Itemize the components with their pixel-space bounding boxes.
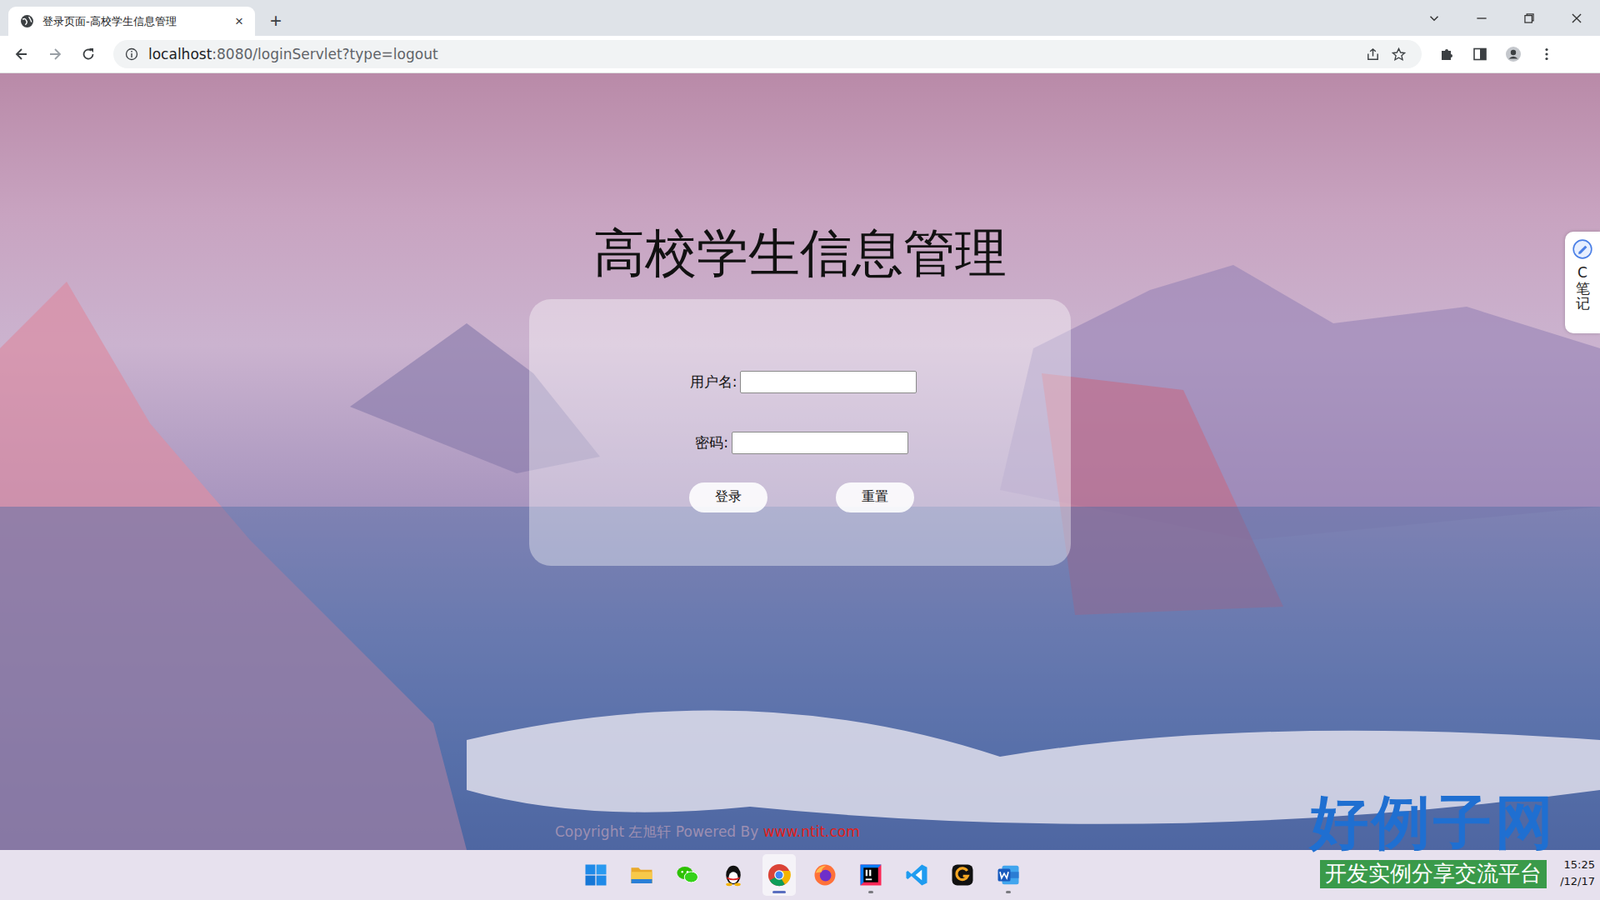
note-icon xyxy=(1571,238,1594,260)
reload-icon[interactable] xyxy=(80,45,97,63)
clock-date: /12/17 xyxy=(1560,873,1595,890)
menu-icon[interactable] xyxy=(1538,45,1555,63)
toolbar: localhost:8080/loginServlet?type=logout xyxy=(0,35,1600,74)
running-indicator xyxy=(868,890,874,894)
form-button[interactable]: 重置 xyxy=(835,482,915,513)
footer-link[interactable]: www.ntit.com xyxy=(763,823,860,840)
profile-icon[interactable] xyxy=(1505,45,1522,63)
firefox-icon xyxy=(812,862,838,888)
taskbar-app[interactable] xyxy=(670,854,705,896)
intellij-icon xyxy=(858,862,884,888)
chrome-icon xyxy=(766,862,792,888)
running-indicator xyxy=(772,890,786,894)
field-label: 用户名: xyxy=(690,372,738,392)
star-icon[interactable] xyxy=(1390,46,1407,63)
field-input[interactable] xyxy=(740,370,917,394)
tab-close-button[interactable]: × xyxy=(231,13,247,30)
vscode-icon xyxy=(904,862,930,888)
taskbar-app[interactable] xyxy=(625,854,659,896)
extensions-icon[interactable] xyxy=(1438,45,1455,63)
taskbar-app[interactable] xyxy=(762,854,796,896)
word-icon xyxy=(995,862,1021,888)
tab-search-icon[interactable] xyxy=(1426,10,1442,26)
browser-window: 登录页面-高校学生信息管理 × + localhost:8080/loginServl… xyxy=(0,0,1600,900)
clock-time: 15:25 xyxy=(1564,856,1595,874)
copyright-text: Copyright 左旭轩 Powered By www.ntit.com xyxy=(555,823,860,840)
running-indicator xyxy=(1005,890,1011,894)
login-page: 高校学生信息管理用户名: 密码: 登录 重置 Copyright 左旭轩 Powered… xyxy=(0,73,1600,850)
minimize-icon[interactable] xyxy=(1474,10,1490,26)
taskbar-app[interactable] xyxy=(808,854,842,896)
button-row: 登录 重置 xyxy=(689,482,915,513)
clock[interactable]: 15:25/12/17 xyxy=(1560,856,1595,890)
taskbar-app[interactable] xyxy=(579,854,613,896)
watermark-title: 好例子网 xyxy=(1310,793,1557,852)
back-icon[interactable] xyxy=(13,45,30,63)
wechat-icon xyxy=(675,862,700,888)
side-widget[interactable]: C笔记 xyxy=(1565,231,1600,334)
browser-tab[interactable]: 登录页面-高校学生信息管理 × xyxy=(8,6,255,36)
share-icon[interactable] xyxy=(1365,46,1381,63)
side-widget-label: C笔记 xyxy=(1575,265,1590,312)
windows-icon xyxy=(583,862,609,888)
folder-icon xyxy=(629,862,655,888)
globe-icon xyxy=(20,14,35,29)
tab-title: 登录页面-高校学生信息管理 xyxy=(42,14,224,30)
taskbar-app[interactable] xyxy=(854,854,888,896)
taskbar-app[interactable] xyxy=(991,854,1025,896)
taskbar-app[interactable] xyxy=(716,854,750,896)
login-content: 高校学生信息管理用户名: 密码: 登录 重置 Copyright 左旭轩 Powered… xyxy=(0,73,1600,850)
close-icon[interactable] xyxy=(1569,10,1585,26)
page-title: 高校学生信息管理 xyxy=(593,220,1007,288)
forward-icon[interactable] xyxy=(46,45,64,63)
taskbar-app[interactable] xyxy=(900,854,934,896)
qq-penguin-icon xyxy=(720,862,746,888)
login-form: 用户名: 密码: 登录 重置 xyxy=(529,299,1071,566)
field-input[interactable] xyxy=(731,431,909,455)
form-button[interactable]: 登录 xyxy=(689,482,768,513)
watermark-subtitle: 开发实例分享交流平台 xyxy=(1320,860,1547,889)
field-label: 密码: xyxy=(695,433,729,453)
new-tab-button[interactable]: + xyxy=(265,9,287,33)
form-row: 密码: xyxy=(695,431,909,455)
info-icon[interactable] xyxy=(125,47,139,61)
address-bar[interactable]: localhost:8080/loginServlet?type=logout xyxy=(113,40,1422,69)
g-app-icon xyxy=(950,862,975,888)
side-panel-icon[interactable] xyxy=(1471,45,1489,63)
site-watermark: 好例子网开发实例分享交流平台 xyxy=(1310,793,1557,889)
url-text: localhost:8080/loginServlet?type=logout xyxy=(148,45,439,63)
taskbar-app[interactable] xyxy=(945,854,980,896)
tab-strip: 登录页面-高校学生信息管理 × + xyxy=(0,0,1600,36)
form-row: 用户名: xyxy=(690,370,918,394)
restore-icon[interactable] xyxy=(1521,10,1537,26)
